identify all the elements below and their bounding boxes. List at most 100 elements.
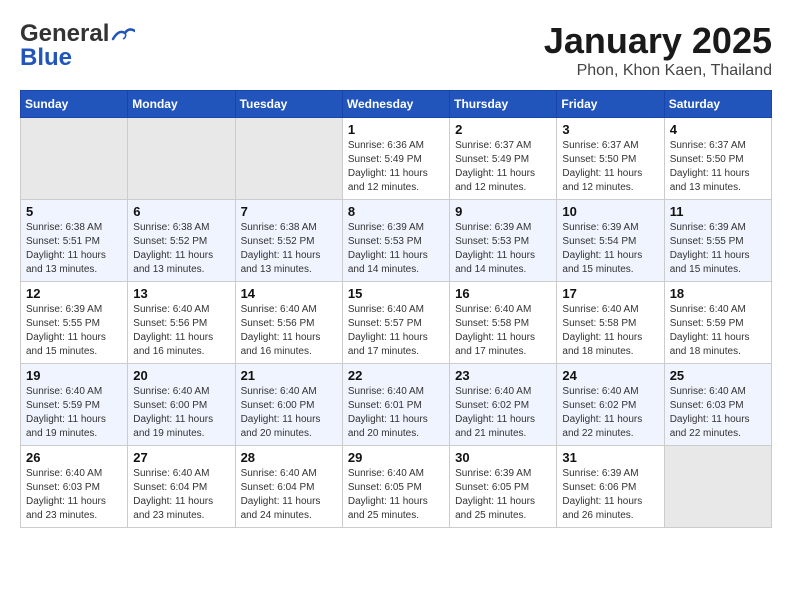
day-number: 27 [133, 450, 229, 465]
calendar-cell: 3 Sunrise: 6:37 AM Sunset: 5:50 PM Daylig… [557, 118, 664, 200]
day-number: 11 [670, 204, 766, 219]
calendar-cell: 8 Sunrise: 6:39 AM Sunset: 5:53 PM Daylig… [342, 200, 449, 282]
day-info: Sunrise: 6:38 AM Sunset: 5:52 PM Dayligh… [133, 221, 229, 277]
day-info: Sunrise: 6:40 AM Sunset: 5:56 PM Dayligh… [133, 303, 229, 359]
calendar-cell: 19Sunrise: 6:40 AM Sunset: 5:59 PM Dayli… [21, 364, 128, 446]
calendar-cell: 9Sunrise: 6:39 AM Sunset: 5:53 PM Daylig… [450, 200, 557, 282]
day-number: 1 [348, 122, 444, 137]
weekday-header-thursday: Thursday [450, 91, 557, 118]
logo-bird-icon [111, 25, 135, 43]
week-row-3: 19Sunrise: 6:40 AM Sunset: 5:59 PM Dayli… [21, 364, 772, 446]
day-info: Sunrise: 6:38 AM Sunset: 5:51 PM Dayligh… [26, 221, 122, 277]
day-number: 14 [241, 286, 337, 301]
day-info: Sunrise: 6:38 AM Sunset: 5:52 PM Dayligh… [241, 221, 337, 277]
day-info: Sunrise: 6:37 AM Sunset: 5:50 PM Dayligh… [562, 139, 658, 195]
calendar-cell: 15Sunrise: 6:40 AM Sunset: 5:57 PM Dayli… [342, 282, 449, 364]
day-number: 26 [26, 450, 122, 465]
day-info: Sunrise: 6:40 AM Sunset: 5:58 PM Dayligh… [562, 303, 658, 359]
week-row-2: 12 Sunrise: 6:39 AM Sunset: 5:55 PM Dayli… [21, 282, 772, 364]
calendar-cell: 7 Sunrise: 6:38 AM Sunset: 5:52 PM Daylig… [235, 200, 342, 282]
logo: General Blue [20, 20, 135, 72]
day-info: Sunrise: 6:40 AM Sunset: 5:57 PM Dayligh… [348, 303, 444, 359]
weekday-header-friday: Friday [557, 91, 664, 118]
calendar-cell: 30Sunrise: 6:39 AM Sunset: 6:05 PM Dayli… [450, 446, 557, 528]
calendar-cell: 27 Sunrise: 6:40 AM Sunset: 6:04 PM Dayli… [128, 446, 235, 528]
day-info: Sunrise: 6:39 AM Sunset: 5:53 PM Dayligh… [348, 221, 444, 277]
calendar-cell: 5 Sunrise: 6:38 AM Sunset: 5:51 PM Daylig… [21, 200, 128, 282]
day-number: 18 [670, 286, 766, 301]
day-number: 20 [133, 368, 229, 383]
weekday-header-monday: Monday [128, 91, 235, 118]
day-info: Sunrise: 6:40 AM Sunset: 6:04 PM Dayligh… [133, 467, 229, 523]
day-info: Sunrise: 6:39 AM Sunset: 5:55 PM Dayligh… [26, 303, 122, 359]
calendar-cell: 28 Sunrise: 6:40 AM Sunset: 6:04 PM Dayli… [235, 446, 342, 528]
calendar-cell: 16 Sunrise: 6:40 AM Sunset: 5:58 PM Dayli… [450, 282, 557, 364]
calendar-cell: 1 Sunrise: 6:36 AM Sunset: 5:49 PM Daylig… [342, 118, 449, 200]
day-number: 7 [241, 204, 337, 219]
day-info: Sunrise: 6:36 AM Sunset: 5:49 PM Dayligh… [348, 139, 444, 195]
weekday-header-tuesday: Tuesday [235, 91, 342, 118]
day-number: 12 [26, 286, 122, 301]
calendar-cell: 23 Sunrise: 6:40 AM Sunset: 6:02 PM Dayli… [450, 364, 557, 446]
day-info: Sunrise: 6:40 AM Sunset: 5:59 PM Dayligh… [26, 385, 122, 441]
calendar-cell: 11 Sunrise: 6:39 AM Sunset: 5:55 PM Dayli… [664, 200, 771, 282]
day-info: Sunrise: 6:37 AM Sunset: 5:50 PM Dayligh… [670, 139, 766, 195]
weekday-header-sunday: Sunday [21, 91, 128, 118]
calendar-cell: 12 Sunrise: 6:39 AM Sunset: 5:55 PM Dayli… [21, 282, 128, 364]
day-number: 5 [26, 204, 122, 219]
day-number: 17 [562, 286, 658, 301]
day-info: Sunrise: 6:40 AM Sunset: 6:03 PM Dayligh… [26, 467, 122, 523]
day-info: Sunrise: 6:40 AM Sunset: 6:02 PM Dayligh… [455, 385, 551, 441]
day-number: 31 [562, 450, 658, 465]
day-info: Sunrise: 6:37 AM Sunset: 5:49 PM Dayligh… [455, 139, 551, 195]
day-info: Sunrise: 6:40 AM Sunset: 5:56 PM Dayligh… [241, 303, 337, 359]
day-info: Sunrise: 6:39 AM Sunset: 5:53 PM Dayligh… [455, 221, 551, 277]
calendar-cell: 24 Sunrise: 6:40 AM Sunset: 6:02 PM Dayli… [557, 364, 664, 446]
day-number: 29 [348, 450, 444, 465]
calendar-subtitle: Phon, Khon Kaen, Thailand [544, 62, 772, 80]
day-number: 2 [455, 122, 551, 137]
day-number: 10 [562, 204, 658, 219]
weekday-header-row: SundayMondayTuesdayWednesdayThursdayFrid… [21, 91, 772, 118]
week-row-4: 26 Sunrise: 6:40 AM Sunset: 6:03 PM Dayli… [21, 446, 772, 528]
day-number: 28 [241, 450, 337, 465]
day-number: 30 [455, 450, 551, 465]
calendar-cell: 22 Sunrise: 6:40 AM Sunset: 6:01 PM Dayli… [342, 364, 449, 446]
calendar-cell: 10 Sunrise: 6:39 AM Sunset: 5:54 PM Dayli… [557, 200, 664, 282]
day-number: 8 [348, 204, 444, 219]
calendar-cell: 25Sunrise: 6:40 AM Sunset: 6:03 PM Dayli… [664, 364, 771, 446]
day-info: Sunrise: 6:40 AM Sunset: 6:00 PM Dayligh… [133, 385, 229, 441]
day-info: Sunrise: 6:39 AM Sunset: 5:54 PM Dayligh… [562, 221, 658, 277]
day-info: Sunrise: 6:40 AM Sunset: 6:01 PM Dayligh… [348, 385, 444, 441]
calendar-cell [128, 118, 235, 200]
weekday-header-wednesday: Wednesday [342, 91, 449, 118]
calendar-cell: 6 Sunrise: 6:38 AM Sunset: 5:52 PM Daylig… [128, 200, 235, 282]
calendar-cell: 18 Sunrise: 6:40 AM Sunset: 5:59 PM Dayli… [664, 282, 771, 364]
calendar-cell [664, 446, 771, 528]
day-info: Sunrise: 6:40 AM Sunset: 6:04 PM Dayligh… [241, 467, 337, 523]
day-number: 6 [133, 204, 229, 219]
day-number: 16 [455, 286, 551, 301]
calendar-cell: 2 Sunrise: 6:37 AM Sunset: 5:49 PM Daylig… [450, 118, 557, 200]
calendar-title: January 2025 [544, 20, 772, 62]
day-info: Sunrise: 6:40 AM Sunset: 6:02 PM Dayligh… [562, 385, 658, 441]
page-header: General Blue January 2025 Phon, Khon Kae… [20, 20, 772, 80]
day-info: Sunrise: 6:39 AM Sunset: 5:55 PM Dayligh… [670, 221, 766, 277]
day-number: 22 [348, 368, 444, 383]
calendar-cell [21, 118, 128, 200]
day-number: 23 [455, 368, 551, 383]
day-info: Sunrise: 6:40 AM Sunset: 5:58 PM Dayligh… [455, 303, 551, 359]
day-number: 3 [562, 122, 658, 137]
day-number: 4 [670, 122, 766, 137]
calendar-cell [235, 118, 342, 200]
day-info: Sunrise: 6:40 AM Sunset: 6:00 PM Dayligh… [241, 385, 337, 441]
calendar-cell: 29Sunrise: 6:40 AM Sunset: 6:05 PM Dayli… [342, 446, 449, 528]
day-number: 25 [670, 368, 766, 383]
week-row-0: 1 Sunrise: 6:36 AM Sunset: 5:49 PM Daylig… [21, 118, 772, 200]
day-number: 24 [562, 368, 658, 383]
calendar-cell: 21Sunrise: 6:40 AM Sunset: 6:00 PM Dayli… [235, 364, 342, 446]
day-info: Sunrise: 6:40 AM Sunset: 5:59 PM Dayligh… [670, 303, 766, 359]
title-block: January 2025 Phon, Khon Kaen, Thailand [544, 20, 772, 80]
calendar-table: SundayMondayTuesdayWednesdayThursdayFrid… [20, 90, 772, 528]
calendar-cell: 20 Sunrise: 6:40 AM Sunset: 6:00 PM Dayli… [128, 364, 235, 446]
